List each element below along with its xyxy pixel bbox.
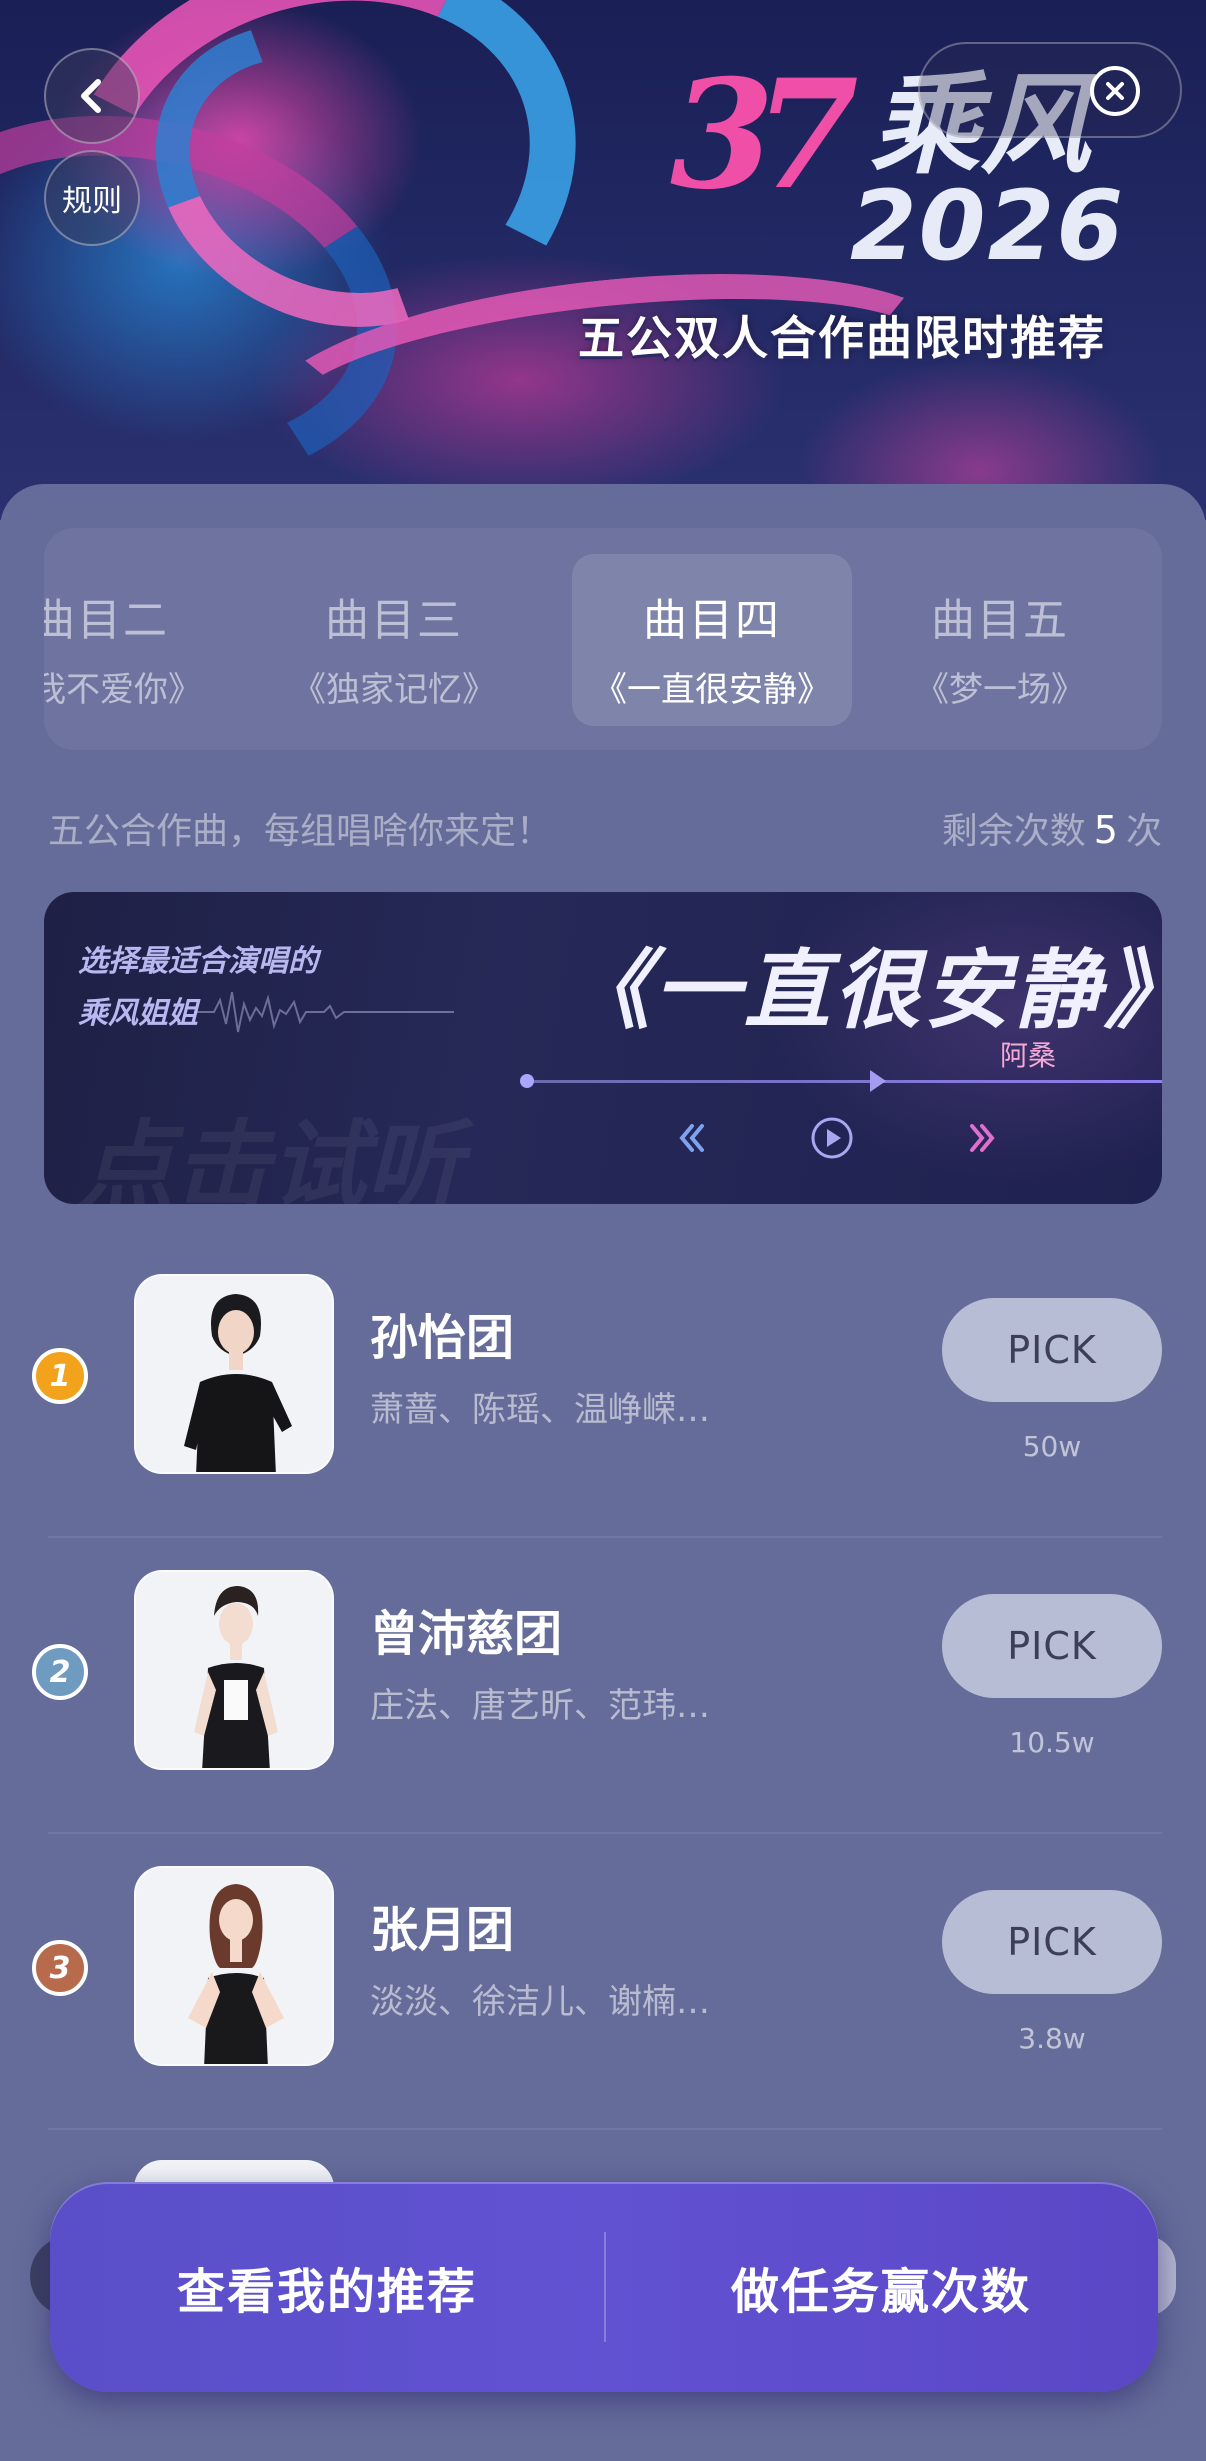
group-name: 孙怡团 (370, 1310, 515, 1366)
remaining-label: 剩余次数 (941, 811, 1086, 852)
tab-song-3[interactable]: 曲目三 《独家记忆》 (254, 554, 534, 726)
progress-start-dot (520, 1074, 534, 1088)
close-button[interactable] (1090, 66, 1140, 116)
info-row: 五公合作曲，每组唱啥你来定！ 剩余次数 5 次 (48, 802, 1162, 858)
remaining-unit: 次 (1125, 811, 1162, 852)
tab-title: 曲目四 (643, 595, 781, 646)
tab-song-5[interactable]: 曲目五 《梦一场》 (860, 554, 1140, 726)
audio-song-title: 《一直很安静》 (564, 940, 1162, 1041)
rewind-button[interactable] (664, 1110, 720, 1166)
tab-title: 曲目五 (931, 595, 1069, 646)
listen-hint: 点击试听 (78, 1109, 462, 1204)
progress-arrow-icon (870, 1070, 886, 1092)
logo-year: 2026 (850, 170, 1126, 282)
tab-song-name: 《独家记忆》 (292, 670, 496, 710)
rank-badge: 3 (32, 1940, 88, 1996)
group-row: 1 孙怡团 萧蔷、陈瑶、温峥嵘… PICK 50w (28, 1242, 1162, 1538)
close-icon (1106, 82, 1124, 100)
tab-song-name: 《一直很安静》 (593, 670, 831, 710)
row-divider (48, 2128, 1162, 2130)
person-photo (136, 1276, 332, 1472)
group-members: 萧蔷、陈瑶、温峥嵘… (370, 1390, 710, 1430)
audio-preview-card[interactable]: 点击试听 选择最适合演唱的 乘风姐姐 《一直很安静》 阿桑 (44, 892, 1162, 1204)
banner-subtitle: 五公双人合作曲限时推荐 (578, 311, 1106, 365)
avatar (134, 1866, 334, 2066)
back-button[interactable] (44, 48, 140, 144)
logo-mark: 37 (670, 47, 859, 223)
forward-button[interactable] (954, 1110, 1010, 1166)
play-button[interactable] (804, 1110, 860, 1166)
vote-count: 50w (1022, 1430, 1082, 1463)
person-photo (136, 1572, 332, 1768)
vote-count: 3.8w (1018, 2022, 1086, 2055)
fast-forward-icon (970, 1124, 995, 1152)
vote-count: 10.5w (1009, 1726, 1095, 1759)
info-hint: 五公合作曲，每组唱啥你来定！ (48, 811, 553, 852)
rules-button[interactable]: 规则 (44, 150, 140, 246)
rank-badge: 2 (32, 1644, 88, 1700)
tab-song-name: 说我不爱你》 (44, 670, 202, 710)
tab-song-name: 《梦一场》 (915, 670, 1085, 710)
audio-artist: 阿桑 (1000, 1039, 1057, 1072)
waveform-icon (194, 991, 454, 1033)
avatar (134, 1570, 334, 1770)
view-my-recommendations-button[interactable]: 查看我的推荐 (50, 2182, 604, 2392)
person-photo (136, 1868, 332, 2064)
tab-title: 曲目三 (325, 595, 463, 646)
group-name: 曾沛慈团 (370, 1606, 563, 1662)
chevron-left-icon (81, 79, 101, 113)
group-row: 3 张月团 淡淡、徐洁儿、谢楠… PICK 3.8w (28, 1834, 1162, 2130)
bottom-action-bar: 查看我的推荐 做任务赢次数 (50, 2182, 1158, 2392)
tab-title: 曲目二 (44, 595, 169, 646)
group-members: 庄法、唐艺昕、范玮… (370, 1686, 710, 1726)
play-icon (811, 1117, 853, 1159)
progress-track (526, 1080, 1162, 1083)
tab-song-4[interactable]: 曲目四 《一直很安静》 (572, 554, 852, 726)
group-members: 淡淡、徐洁儿、谢楠… (370, 1982, 710, 2022)
group-row: 2 曾沛慈团 庄法、唐艺昕、范玮… PICK 10.5w (28, 1538, 1162, 1834)
song-tabs: 曲目二 说我不爱你》 曲目三 《独家记忆》 曲目四 《一直很安静》 曲目五 《梦… (44, 528, 1162, 750)
avatar (134, 1274, 334, 1474)
tab-song-2[interactable]: 曲目二 说我不爱你》 (44, 554, 240, 726)
mini-program-capsule (918, 42, 1182, 138)
rewind-icon (679, 1124, 704, 1152)
earn-chances-button[interactable]: 做任务赢次数 (604, 2182, 1158, 2392)
pick-button[interactable]: PICK (942, 1890, 1162, 1994)
remaining-count: 剩余次数 5 次 (942, 802, 1162, 854)
rank-badge: 1 (32, 1348, 88, 1404)
group-name: 张月团 (370, 1902, 515, 1958)
audio-tagline-line1: 选择最适合演唱的 (78, 944, 318, 979)
pick-button[interactable]: PICK (942, 1298, 1162, 1402)
remaining-number: 5 (1093, 808, 1118, 852)
pick-button[interactable]: PICK (942, 1594, 1162, 1698)
